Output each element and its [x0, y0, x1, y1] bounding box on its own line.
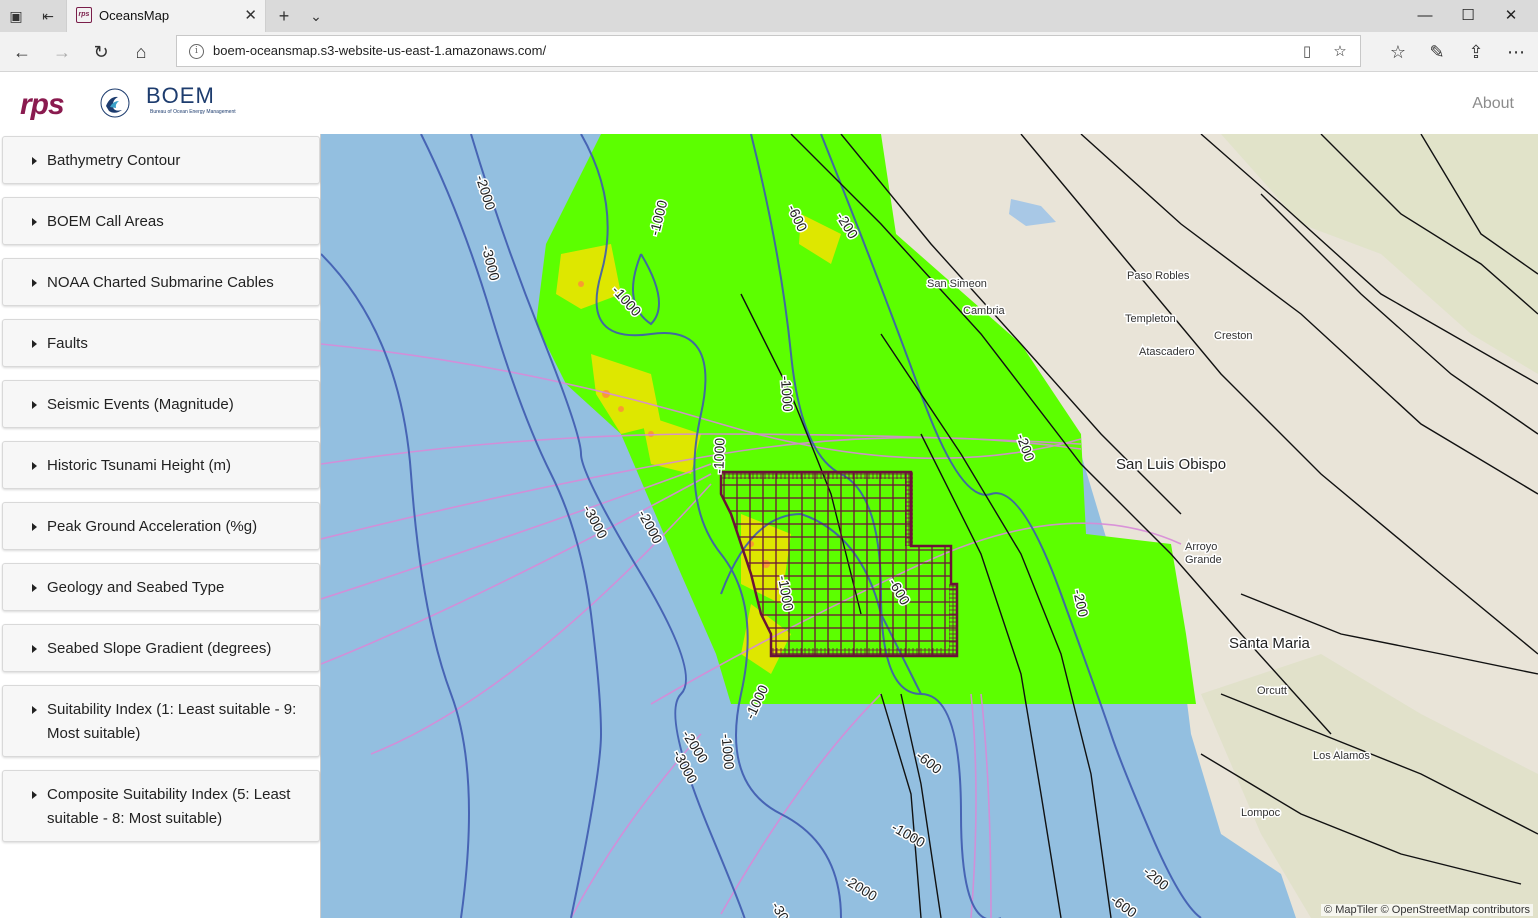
favorites-icon[interactable]: ☆	[1386, 40, 1410, 64]
contour-label: -1000	[778, 375, 796, 412]
layer-label: Peak Ground Acceleration (%g)	[47, 518, 258, 535]
place-lompoc: Lompoc	[1241, 807, 1281, 819]
set-aside-tabs-icon[interactable]: ⇤	[38, 6, 58, 26]
layer-composite-suitability-index[interactable]: Composite Suitability Index (5: Least su…	[2, 770, 320, 842]
back-icon[interactable]: ←	[10, 40, 34, 64]
expand-arrow-icon	[32, 401, 37, 409]
favorite-star-icon[interactable]: ☆	[1330, 42, 1350, 62]
forward-icon[interactable]: →	[50, 40, 74, 64]
tab-actions-icon[interactable]: ▣	[6, 6, 26, 26]
contour-label: -2000	[841, 871, 880, 904]
layer-geology-seabed-type[interactable]: Geology and Seabed Type	[2, 563, 320, 611]
expand-arrow-icon	[32, 462, 37, 470]
tab-title: OceansMap	[99, 8, 170, 23]
layer-label: Geology and Seabed Type	[47, 579, 225, 596]
layer-label: Composite Suitability Index (5: Least su…	[47, 786, 291, 827]
expand-arrow-icon	[32, 157, 37, 165]
place-grande: Grande	[1185, 554, 1222, 566]
refresh-icon[interactable]: ↻	[89, 40, 113, 64]
place-paso-robles: Paso Robles	[1127, 270, 1190, 282]
layer-label: BOEM Call Areas	[47, 213, 164, 230]
close-icon[interactable]: ✕	[1496, 4, 1526, 26]
tab-list-icon[interactable]: ⌄	[306, 6, 326, 26]
info-icon[interactable]: i	[189, 44, 204, 59]
rps-logo: rps	[20, 88, 65, 121]
expand-arrow-icon	[32, 645, 37, 653]
contour-label: -1000	[889, 819, 928, 851]
layer-label: Seabed Slope Gradient (degrees)	[47, 640, 272, 657]
place-santa-maria: Santa Maria	[1229, 635, 1311, 652]
about-link[interactable]: About	[1472, 95, 1514, 113]
layer-suitability-index[interactable]: Suitability Index (1: Least suitable - 9…	[2, 685, 320, 757]
contour-label: -3000	[580, 502, 611, 541]
maximize-icon[interactable]: ☐	[1453, 4, 1483, 26]
more-icon[interactable]: ⋯	[1504, 40, 1528, 64]
map-canvas[interactable]: -2000 -3000 -1000 -1000 -600 -200 -1000 …	[321, 134, 1538, 918]
expand-arrow-icon	[32, 584, 37, 592]
rps-favicon-icon: rps	[76, 7, 92, 23]
url-text[interactable]: boem-oceansmap.s3-website-us-east-1.amaz…	[213, 43, 546, 58]
place-san-simeon: San Simeon	[927, 278, 987, 290]
place-cambria: Cambria	[963, 305, 1005, 317]
reading-view-icon[interactable]: ▯	[1297, 42, 1317, 62]
contour-label: -600	[1108, 891, 1140, 918]
expand-arrow-icon	[32, 791, 37, 799]
contour-label: -3000	[479, 243, 503, 282]
minimize-icon[interactable]: —	[1410, 4, 1440, 26]
home-icon[interactable]: ⌂	[129, 40, 153, 64]
layer-label: Seismic Events (Magnitude)	[47, 396, 234, 413]
layer-historic-tsunami-height[interactable]: Historic Tsunami Height (m)	[2, 441, 320, 489]
place-arroyo: Arroyo	[1185, 541, 1217, 553]
layer-sidebar: Bathymetry Contour BOEM Call Areas NOAA …	[0, 134, 321, 918]
layer-label: Historic Tsunami Height (m)	[47, 457, 231, 474]
boem-subtext: Bureau of Ocean Energy Management	[150, 109, 236, 115]
layer-label: Faults	[47, 335, 88, 352]
map-view[interactable]: -2000 -3000 -1000 -1000 -600 -200 -1000 …	[321, 134, 1538, 918]
layer-label: NOAA Charted Submarine Cables	[47, 274, 274, 291]
layer-faults[interactable]: Faults	[2, 319, 320, 367]
expand-arrow-icon	[32, 279, 37, 287]
boem-seal-icon	[100, 88, 130, 118]
layer-seismic-events[interactable]: Seismic Events (Magnitude)	[2, 380, 320, 428]
contour-label: -1000	[710, 437, 727, 474]
layer-peak-ground-acceleration[interactable]: Peak Ground Acceleration (%g)	[2, 502, 320, 550]
place-orcutt: Orcutt	[1257, 685, 1287, 697]
layer-noaa-submarine-cables[interactable]: NOAA Charted Submarine Cables	[2, 258, 320, 306]
browser-tab[interactable]: rps OceansMap ✕	[66, 0, 266, 32]
boem-logo: BOEM	[146, 83, 215, 108]
place-san-luis-obispo: San Luis Obispo	[1116, 456, 1226, 473]
layer-bathymetry-contour[interactable]: Bathymetry Contour	[2, 136, 320, 184]
tab-close-icon[interactable]: ✕	[244, 6, 257, 24]
expand-arrow-icon	[32, 218, 37, 226]
layer-label: Suitability Index (1: Least suitable - 9…	[47, 701, 297, 742]
place-templeton: Templeton	[1125, 313, 1176, 325]
notes-icon[interactable]: ✎	[1425, 40, 1449, 64]
layer-label: Bathymetry Contour	[47, 152, 181, 169]
address-bar[interactable]: i boem-oceansmap.s3-website-us-east-1.am…	[176, 35, 1361, 67]
contour-label: -2000	[473, 173, 499, 212]
map-attribution[interactable]: © MapTiler © OpenStreetMap contributors	[1321, 904, 1533, 916]
contour-label: -1000	[718, 733, 737, 770]
layer-seabed-slope-gradient[interactable]: Seabed Slope Gradient (degrees)	[2, 624, 320, 672]
place-creston: Creston	[1214, 330, 1253, 342]
expand-arrow-icon	[32, 340, 37, 348]
browser-nav-bar: ← → ↻ ⌂ i boem-oceansmap.s3-website-us-e…	[0, 32, 1538, 72]
layer-boem-call-areas[interactable]: BOEM Call Areas	[2, 197, 320, 245]
place-los-alamos: Los Alamos	[1313, 750, 1370, 762]
expand-arrow-icon	[32, 523, 37, 531]
contour-label: -30	[768, 899, 792, 918]
new-tab-icon[interactable]: +	[274, 6, 294, 26]
browser-tab-bar: ▣ ⇤ rps OceansMap ✕ + ⌄ — ☐ ✕	[0, 0, 1538, 32]
place-atascadero: Atascadero	[1139, 346, 1195, 358]
share-icon[interactable]: ⇪	[1464, 40, 1488, 64]
app-header: rps BOEM Bureau of Ocean Energy Manageme…	[0, 72, 1538, 134]
expand-arrow-icon	[32, 706, 37, 714]
